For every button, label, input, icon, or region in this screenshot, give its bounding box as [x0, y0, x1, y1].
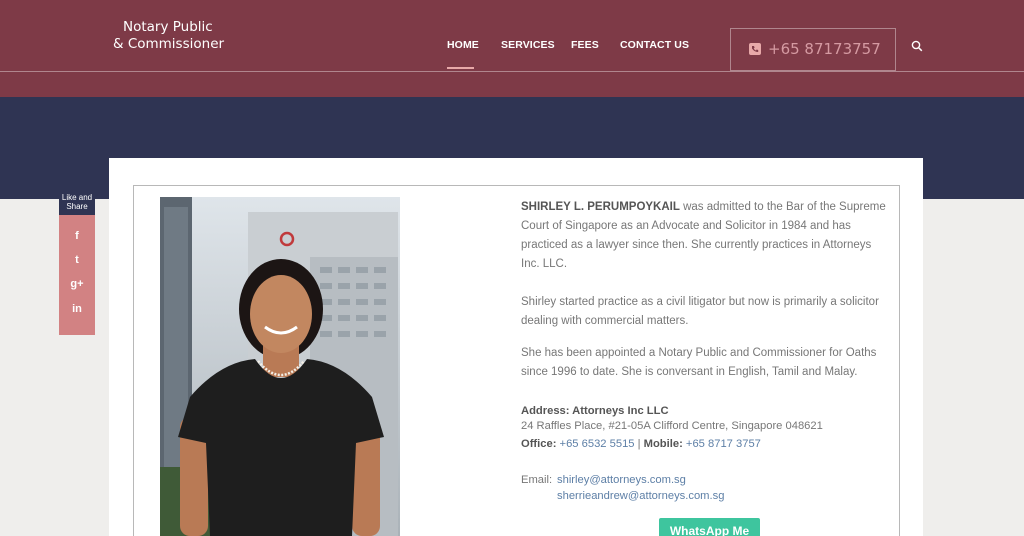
site-logo[interactable]: Notary Public & Commissioner [113, 19, 224, 53]
address-line: 24 Raffles Place, #21-05A Clifford Centr… [521, 419, 823, 432]
linkedin-icon[interactable]: in [59, 303, 95, 315]
profile-name: SHIRLEY L. PERUMPOYKAIL [521, 201, 680, 213]
logo-line-2: & Commissioner [113, 36, 225, 52]
share-label: Like and Share [59, 191, 95, 215]
logo-line-1: Notary Public [123, 19, 213, 35]
share-label-line-1: Like and [61, 193, 93, 202]
email-link-1[interactable]: shirley@attorneys.com.sg [557, 472, 686, 488]
office-label: Office: [521, 438, 557, 450]
mobile-number-link[interactable]: +65 8717 3757 [686, 438, 761, 450]
search-icon[interactable] [911, 40, 923, 52]
contact-separator: | [637, 438, 641, 450]
phone-icon [749, 43, 761, 55]
whatsapp-button[interactable]: WhatsApp Me [659, 518, 760, 536]
facebook-icon[interactable]: f [59, 230, 95, 242]
nav-fees[interactable]: FEES [571, 39, 599, 51]
phone-contacts: Office: +65 6532 5515 | Mobile: +65 8717… [521, 438, 761, 450]
nav-home[interactable]: HOME [447, 39, 479, 51]
header-divider [0, 71, 1024, 72]
mobile-label: Mobile: [643, 438, 683, 450]
bio-paragraph-2: Shirley started practice as a civil liti… [521, 296, 879, 327]
nav-active-indicator [447, 67, 474, 69]
address-heading: Address: Attorneys Inc LLC [521, 405, 669, 417]
email-label: Email: [521, 474, 553, 486]
social-share-bar: f t g+ in [59, 215, 95, 335]
nav-contact-us[interactable]: CONTACT US [620, 39, 689, 51]
twitter-icon[interactable]: t [59, 254, 95, 266]
phone-number: +65 87173757 [768, 40, 881, 58]
email-link-2[interactable]: sherrieandrew@attorneys.com.sg [557, 488, 724, 504]
phone-button[interactable]: +65 87173757 [730, 28, 896, 71]
share-label-line-2: Share [66, 202, 88, 211]
nav-services[interactable]: SERVICES [501, 39, 555, 51]
profile-photo [160, 197, 400, 536]
profile-bio: SHIRLEY L. PERUMPOYKAIL was admitted to … [521, 198, 891, 401]
address-block: Address: Attorneys Inc LLC 24 Raffles Pl… [521, 404, 901, 433]
google-plus-icon[interactable]: g+ [59, 278, 95, 290]
office-number-link[interactable]: +65 6532 5515 [560, 438, 635, 450]
bio-paragraph-3: She has been appointed a Notary Public a… [521, 347, 877, 378]
bio-paragraph-1: SHIRLEY L. PERUMPOYKAIL was admitted to … [521, 198, 891, 274]
